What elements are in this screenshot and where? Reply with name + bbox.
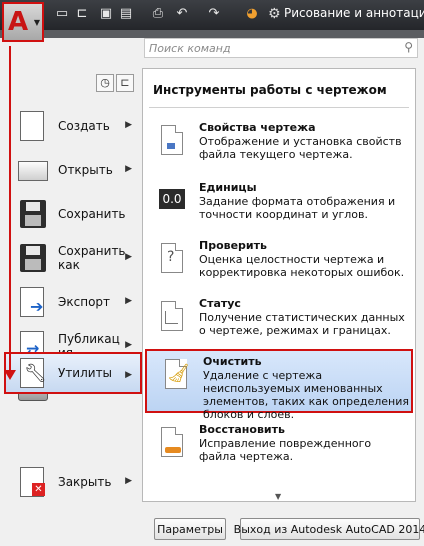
tool-status[interactable]: Статус Получение статистических данных о… [143, 293, 415, 351]
new-document-icon [16, 109, 50, 143]
save-as-icon [16, 241, 50, 275]
menu-item-save[interactable]: Сохранить [12, 192, 140, 236]
submenu-arrow-icon: ▶ [125, 296, 132, 306]
exit-autocad-button[interactable]: Выход из Autodesk AutoCAD 2014 [234, 518, 424, 540]
drawing-utilities-panel: Инструменты работы с чертежом Свойства ч… [142, 68, 416, 502]
tool-audit[interactable]: ? Проверить Оценка целостности чертежа и… [143, 235, 415, 293]
menu-item-utilities[interactable]: 🔧︎ Утилиты ▶ [4, 352, 142, 394]
annotation-arrow-icon [4, 370, 16, 380]
application-menu-button[interactable]: A ▼ [2, 2, 44, 42]
audit-icon: ? [157, 241, 187, 277]
redo-icon[interactable]: ↷ [206, 6, 222, 22]
menu-item-close[interactable]: ✕ Закрыть ▶ [12, 460, 140, 504]
submenu-arrow-icon: ▶ [125, 120, 132, 130]
units-icon: 0.0 [157, 183, 187, 219]
open-documents-icon[interactable]: ⊏ [116, 74, 134, 92]
menu-item-open[interactable]: Открыть ▶ [12, 148, 140, 192]
save-icon [16, 197, 50, 231]
wrench-icon: 🔧︎ [16, 356, 50, 390]
tool-drawing-properties[interactable]: Свойства чертежа Отображение и установка… [143, 117, 415, 175]
search-box: ⚲ [144, 38, 418, 58]
color-wheel-icon[interactable]: ◕ [244, 6, 260, 22]
submenu-arrow-icon: ▶ [125, 252, 132, 262]
menu-item-save-as[interactable]: Сохранить как ▶ [12, 236, 140, 280]
tool-recover[interactable]: Восстановить Исправление поврежденного ф… [143, 419, 415, 477]
submenu-arrow-icon: ▶ [125, 340, 132, 350]
autocad-logo-icon: A [8, 7, 29, 37]
close-document-icon: ✕ [16, 465, 50, 499]
purge-broom-icon: 🧹︎ [161, 357, 191, 393]
tool-purge[interactable]: 🧹︎ Очистить Удаление с чертежа неиспольз… [145, 349, 413, 421]
new-icon[interactable]: ▭ [54, 6, 70, 22]
options-button[interactable]: Параметры [154, 518, 226, 540]
chevron-down-icon: ▼ [33, 18, 40, 27]
export-icon: ➔ [16, 285, 50, 319]
gear-icon[interactable]: ⚙ [268, 6, 281, 22]
recover-icon [157, 425, 187, 461]
title-bar: ▭ ⊏ ▣ ▤ ⎙ ↶ ↷ ◕ ⚙ Рисование и аннотации [0, 0, 424, 30]
panel-title: Инструменты работы с чертежом [153, 83, 387, 97]
scroll-down-icon[interactable]: ▼ [275, 492, 281, 501]
submenu-arrow-icon: ▶ [125, 370, 132, 380]
menu-item-export[interactable]: ➔ Экспорт ▶ [12, 280, 140, 324]
print-icon[interactable]: ⎙ [150, 6, 166, 22]
tool-units[interactable]: 0.0 Единицы Задание формата отображения … [143, 177, 415, 235]
drawing-properties-icon [157, 123, 187, 159]
saveas-icon[interactable]: ▤ [118, 6, 134, 22]
search-icon[interactable]: ⚲ [404, 40, 413, 54]
menu-item-create[interactable]: Создать ▶ [12, 104, 140, 148]
open-icon[interactable]: ⊏ [74, 6, 90, 22]
search-input[interactable] [145, 39, 393, 57]
submenu-arrow-icon: ▶ [125, 476, 132, 486]
toolbar-divider [0, 30, 424, 38]
undo-icon[interactable]: ↶ [174, 6, 190, 22]
submenu-arrow-icon: ▶ [125, 164, 132, 174]
annotation-line [9, 46, 11, 376]
open-folder-icon [16, 153, 50, 187]
divider [149, 107, 409, 108]
status-icon [157, 299, 187, 335]
recent-documents-icon[interactable]: ◷ [96, 74, 114, 92]
save-icon[interactable]: ▣ [98, 6, 114, 22]
workspace-title[interactable]: Рисование и аннотации [284, 6, 424, 20]
